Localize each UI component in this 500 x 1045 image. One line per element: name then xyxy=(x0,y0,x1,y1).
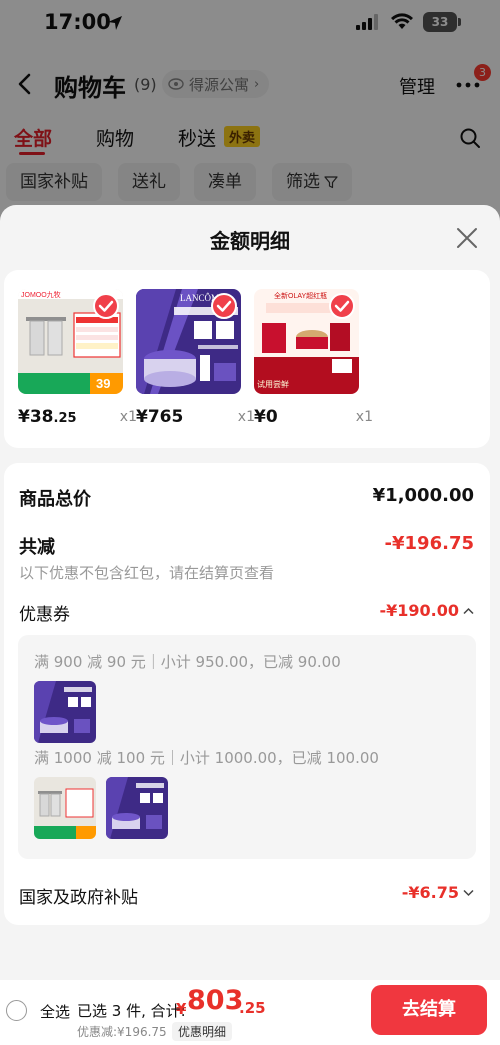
reduce-value: -¥196.75 xyxy=(384,533,474,554)
selected-info: 已选 3 件, 合计: xyxy=(77,1002,186,1020)
select-all-radio[interactable] xyxy=(6,1000,27,1021)
subsidy-toggle[interactable]: -¥6.75 xyxy=(402,883,474,902)
coupon-toggle[interactable]: -¥190.00 xyxy=(379,601,474,620)
product-qty: x1 xyxy=(355,409,373,425)
checked-badge-icon xyxy=(93,293,119,319)
checked-badge-icon xyxy=(211,293,237,319)
coupon-product-thumb xyxy=(106,777,168,839)
close-icon[interactable] xyxy=(456,227,478,249)
product-image-olay: 全新OLAY超红瓶 试用尝鲜 xyxy=(254,289,359,394)
olay-brand-text: 全新OLAY超红瓶 xyxy=(274,291,327,300)
sheet-header: 金额明细 xyxy=(0,205,500,269)
product-price: ¥0 xyxy=(254,407,278,427)
subsidy-value: -¥6.75 xyxy=(401,883,459,902)
olay-trial-text: 试用尝鲜 xyxy=(257,379,289,389)
total-amount: 803 xyxy=(187,985,244,1016)
reduce-label: 共减 xyxy=(19,537,55,558)
coupon-detail-box: 满 900 减 90 元｜小计 950.00，已减 90.00 满 1000 减… xyxy=(18,635,476,859)
total-currency: ¥ xyxy=(176,1000,187,1018)
product-price: ¥765 xyxy=(136,407,184,427)
checked-badge-icon xyxy=(329,293,355,319)
product-price: ¥38.25 xyxy=(18,407,77,427)
product-qty: x1 xyxy=(119,409,137,425)
goods-total-label: 商品总价 xyxy=(19,489,91,510)
chevron-down-icon xyxy=(463,889,474,896)
price-breakdown: 商品总价 ¥1,000.00 共减 -¥196.75 以下优惠不包含红包，请在结… xyxy=(4,463,490,925)
select-all-label[interactable]: 全选 xyxy=(40,1001,70,1022)
coupon-product-thumb xyxy=(34,777,96,839)
chevron-up-icon xyxy=(463,607,474,614)
discount-note: 优惠减:¥196.75 xyxy=(77,1025,167,1039)
discount-detail-button[interactable]: 优惠明细 xyxy=(172,1022,233,1041)
subsidy-label: 国家及政府补贴 xyxy=(19,888,138,908)
product-qty: x1 xyxy=(237,409,255,425)
goods-total-value: ¥1,000.00 xyxy=(372,485,474,506)
coupon-label: 优惠券 xyxy=(19,605,70,625)
product-list: JOMOO九牧 39 ¥38.25 x1 LANCÔME ¥765 x1 全新O… xyxy=(4,270,490,448)
total-decimal: .25 xyxy=(239,999,266,1017)
product-image-lancome: LANCÔME xyxy=(136,289,241,394)
amount-detail-sheet: 金额明细 JOMOO九牧 39 ¥38.25 x1 LANCÔME ¥765 x… xyxy=(0,205,500,1045)
sheet-title: 金额明细 xyxy=(210,229,290,253)
checkout-bar: 全选 已选 3 件, 合计: ¥ 803 .25 优惠减:¥196.75 优惠明… xyxy=(0,980,500,1045)
product-image-towel-rack: JOMOO九牧 39 xyxy=(18,289,123,394)
coupon-rule: 满 900 减 90 元｜小计 950.00，已减 90.00 xyxy=(34,653,341,671)
coupon-rule: 满 1000 减 100 元｜小计 1000.00，已减 100.00 xyxy=(34,749,379,767)
checkout-button[interactable]: 去结算 xyxy=(371,985,487,1035)
reduce-note: 以下优惠不包含红包，请在结算页查看 xyxy=(19,564,275,582)
towel-brand-text: JOMOO九牧 xyxy=(21,290,61,299)
coupon-value: -¥190.00 xyxy=(379,601,459,620)
towel-price-text: 39 xyxy=(96,376,110,391)
coupon-product-thumb xyxy=(34,681,96,743)
